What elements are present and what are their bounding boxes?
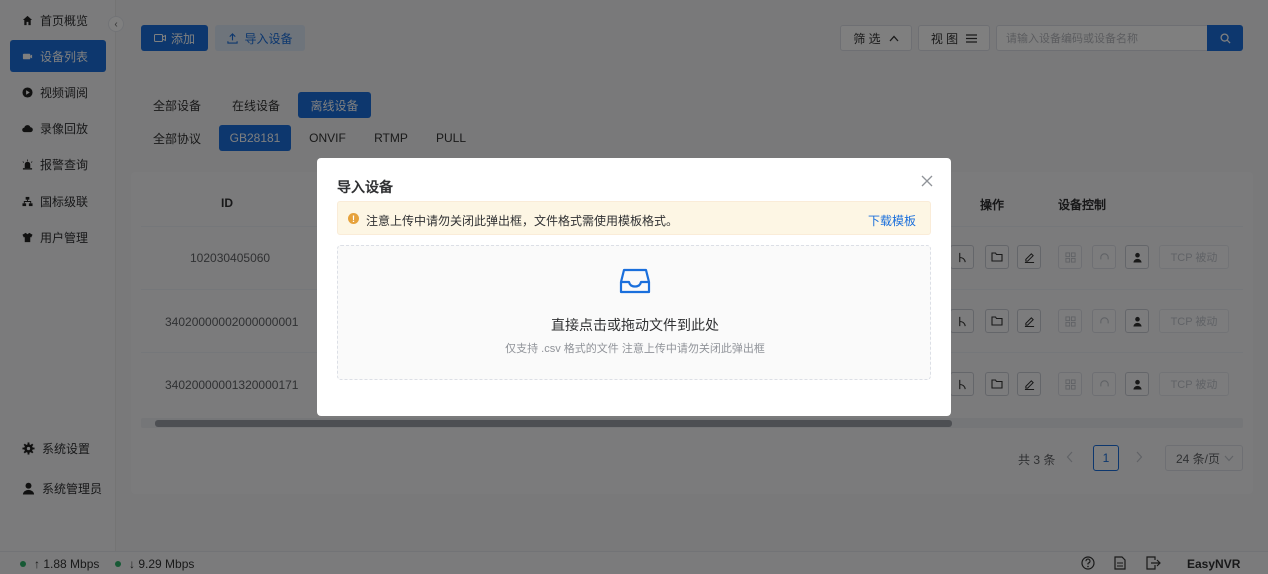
close-button[interactable] [919,173,935,189]
inbox-icon [618,263,652,297]
import-devices-dialog: 导入设备 ! 注意上传中请勿关闭此弹出框，文件格式需使用模板格式。 下载模板 直… [317,158,951,416]
dialog-title: 导入设备 [337,179,393,195]
alert-text: 注意上传中请勿关闭此弹出框，文件格式需使用模板格式。 [366,214,679,228]
warning-icon: ! [348,213,359,224]
dropzone-main-text: 直接点击或拖动文件到此处 [551,317,719,333]
close-icon [921,175,933,187]
dropzone-hint-text: 仅支持 .csv 格式的文件 注意上传中请勿关闭此弹出框 [505,343,765,355]
warning-alert: ! 注意上传中请勿关闭此弹出框，文件格式需使用模板格式。 下载模板 [337,201,931,235]
download-template-link[interactable]: 下载模板 [868,212,916,229]
upload-dropzone[interactable]: 直接点击或拖动文件到此处 仅支持 .csv 格式的文件 注意上传中请勿关闭此弹出… [337,245,931,380]
